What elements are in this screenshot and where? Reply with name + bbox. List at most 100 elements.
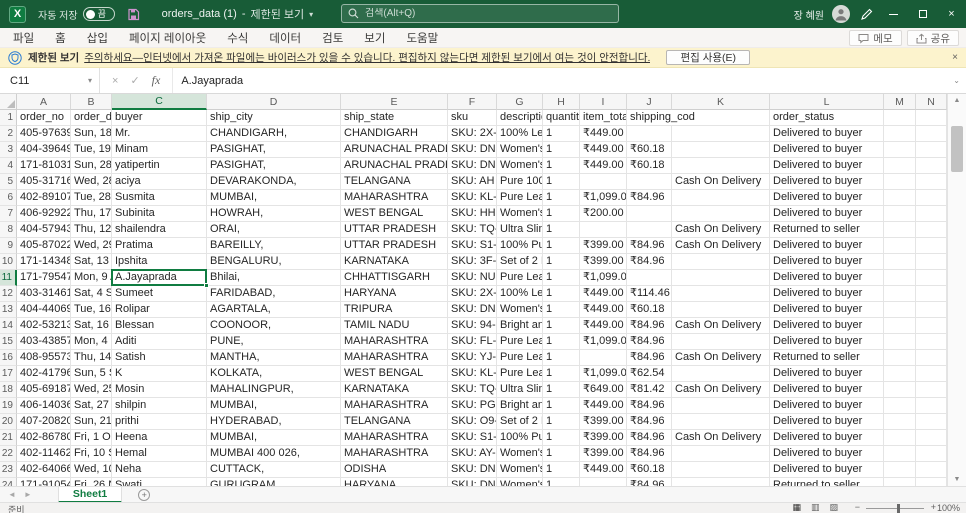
cell-F11[interactable]: SKU: NU <box>448 270 497 286</box>
cell-K14[interactable]: Cash On Delivery <box>672 318 770 334</box>
cell-A13[interactable]: 404-44069 <box>17 302 71 318</box>
cell-N10[interactable] <box>916 254 947 270</box>
cell-F18[interactable]: SKU: TQ- <box>448 382 497 398</box>
sheet-nav-right-icon[interactable]: ► <box>24 490 32 499</box>
minimize-button[interactable] <box>879 0 908 28</box>
cell-L3[interactable]: Delivered to buyer <box>770 142 884 158</box>
warning-close-icon[interactable]: × <box>952 52 958 63</box>
cell-J3[interactable]: ₹60.18 <box>627 142 672 158</box>
zoom-out-icon[interactable]: − <box>855 502 860 512</box>
cell-D24[interactable]: GURUGRAM, <box>207 478 341 486</box>
cell-G12[interactable]: 100% Lea <box>497 286 543 302</box>
cell-A15[interactable]: 403-43857 <box>17 334 71 350</box>
column-header-A[interactable]: A <box>17 94 71 110</box>
autosave-switch-icon[interactable]: 끔 <box>82 7 115 21</box>
column-header-D[interactable]: D <box>207 94 341 110</box>
cell-F17[interactable]: SKU: KL- <box>448 366 497 382</box>
zoom-slider-thumb[interactable] <box>897 504 900 513</box>
sheet-nav-left-icon[interactable]: ◄ <box>8 490 16 499</box>
cell-E5[interactable]: TELANGANA <box>341 174 448 190</box>
cell-M21[interactable] <box>884 430 916 446</box>
cell-D15[interactable]: PUNE, <box>207 334 341 350</box>
cell-F13[interactable]: SKU: DN <box>448 302 497 318</box>
cell-J14[interactable]: ₹84.96 <box>627 318 672 334</box>
cell-B9[interactable]: Wed, 29 S <box>71 238 112 254</box>
row-header-13[interactable]: 13 <box>0 302 17 318</box>
cell-N8[interactable] <box>916 222 947 238</box>
cell-G1[interactable]: description <box>497 110 543 126</box>
cell-J7[interactable] <box>627 206 672 222</box>
cell-E19[interactable]: MAHARASHTRA <box>341 398 448 414</box>
row-header-17[interactable]: 17 <box>0 366 17 382</box>
cell-E3[interactable]: ARUNACHAL PRADESH <box>341 142 448 158</box>
enable-editing-button[interactable]: 편집 사용(E) <box>666 50 751 65</box>
cell-M4[interactable] <box>884 158 916 174</box>
cell-G14[interactable]: Bright an <box>497 318 543 334</box>
cell-A24[interactable]: 171-91054 <box>17 478 71 486</box>
cell-D20[interactable]: HYDERABAD, <box>207 414 341 430</box>
cell-K18[interactable]: Cash On Delivery <box>672 382 770 398</box>
row-header-6[interactable]: 6 <box>0 190 17 206</box>
cell-H12[interactable]: 1 <box>543 286 580 302</box>
name-box[interactable]: C11 ▾ <box>0 68 100 93</box>
cell-G16[interactable]: Pure Leat <box>497 350 543 366</box>
cell-H10[interactable]: 1 <box>543 254 580 270</box>
ribbon-tab-2[interactable]: 삽입 <box>87 30 108 46</box>
cell-D19[interactable]: MUMBAI, <box>207 398 341 414</box>
row-header-10[interactable]: 10 <box>0 254 17 270</box>
cell-E2[interactable]: CHANDIGARH <box>341 126 448 142</box>
cell-F16[interactable]: SKU: YJ- <box>448 350 497 366</box>
row-header-12[interactable]: 12 <box>0 286 17 302</box>
cell-C21[interactable]: Heena <box>112 430 207 446</box>
cell-E14[interactable]: TAMIL NADU <box>341 318 448 334</box>
cell-A5[interactable]: 405-31716 <box>17 174 71 190</box>
cell-N17[interactable] <box>916 366 947 382</box>
cell-L23[interactable]: Delivered to buyer <box>770 462 884 478</box>
document-title[interactable]: orders_data (1) - 제한된 보기 ▾ <box>162 6 314 22</box>
cell-C13[interactable]: Rolipar <box>112 302 207 318</box>
row-header-18[interactable]: 18 <box>0 382 17 398</box>
cell-F23[interactable]: SKU: DN <box>448 462 497 478</box>
cell-G2[interactable]: 100% Lea <box>497 126 543 142</box>
column-header-J[interactable]: J <box>627 94 672 110</box>
cell-H21[interactable]: 1 <box>543 430 580 446</box>
autosave-toggle[interactable]: 자동 저장 끔 <box>38 7 115 22</box>
cell-D23[interactable]: CUTTACK, <box>207 462 341 478</box>
cell-L13[interactable]: Delivered to buyer <box>770 302 884 318</box>
cell-L5[interactable]: Delivered to buyer <box>770 174 884 190</box>
cell-N21[interactable] <box>916 430 947 446</box>
cell-D18[interactable]: MAHALINGPUR, <box>207 382 341 398</box>
cell-E9[interactable]: UTTAR PRADESH <box>341 238 448 254</box>
cell-L20[interactable]: Delivered to buyer <box>770 414 884 430</box>
cell-F21[interactable]: SKU: S1- <box>448 430 497 446</box>
cell-I15[interactable]: ₹1,099.00 <box>580 334 627 350</box>
cell-M14[interactable] <box>884 318 916 334</box>
cell-K7[interactable] <box>672 206 770 222</box>
cell-I17[interactable]: ₹1,099.00 <box>580 366 627 382</box>
cell-E11[interactable]: CHHATTISGARH <box>341 270 448 286</box>
cell-H16[interactable]: 1 <box>543 350 580 366</box>
cell-H6[interactable]: 1 <box>543 190 580 206</box>
cell-E13[interactable]: TRIPURA <box>341 302 448 318</box>
close-button[interactable]: × <box>937 0 966 28</box>
cell-C7[interactable]: Subinita <box>112 206 207 222</box>
search-input[interactable] <box>365 8 612 19</box>
cell-H3[interactable]: 1 <box>543 142 580 158</box>
cell-D2[interactable]: CHANDIGARH, <box>207 126 341 142</box>
cell-H19[interactable]: 1 <box>543 398 580 414</box>
column-header-B[interactable]: B <box>71 94 112 110</box>
cell-G15[interactable]: Pure Leat <box>497 334 543 350</box>
row-header-16[interactable]: 16 <box>0 350 17 366</box>
cell-C19[interactable]: shilpin <box>112 398 207 414</box>
column-header-I[interactable]: I <box>580 94 627 110</box>
cell-C12[interactable]: Sumeet <box>112 286 207 302</box>
search-box[interactable] <box>341 4 619 23</box>
cell-G20[interactable]: Set of 2 F <box>497 414 543 430</box>
cell-M22[interactable] <box>884 446 916 462</box>
cell-B10[interactable]: Sat, 13 N <box>71 254 112 270</box>
cell-J11[interactable] <box>627 270 672 286</box>
cell-L14[interactable]: Delivered to buyer <box>770 318 884 334</box>
cell-L22[interactable]: Delivered to buyer <box>770 446 884 462</box>
cell-A3[interactable]: 404-39649 <box>17 142 71 158</box>
cell-N24[interactable] <box>916 478 947 486</box>
